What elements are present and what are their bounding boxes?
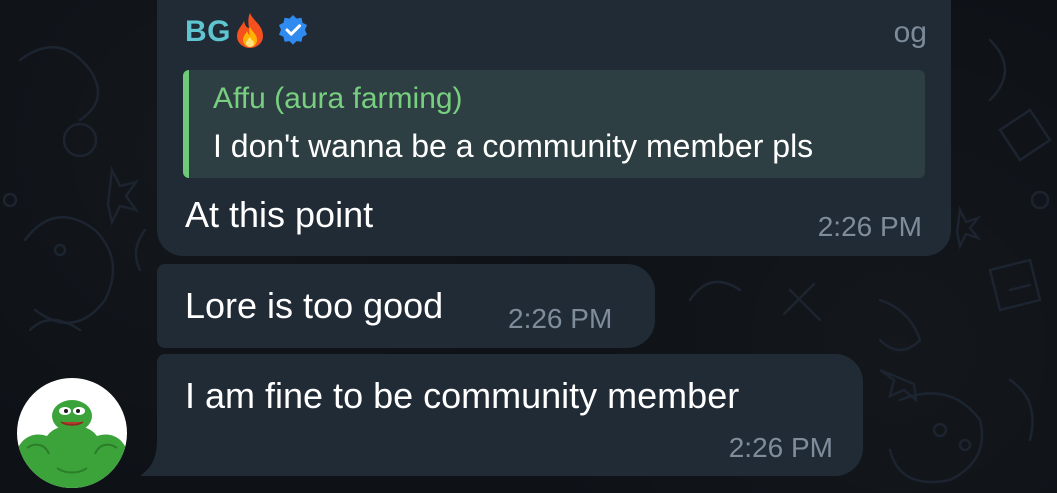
sender-row: BG [185,12,309,52]
sender-name[interactable]: BG [185,15,231,49]
reply-accent-bar [183,70,189,178]
sender-avatar[interactable] [17,378,127,488]
pepe-frog-avatar-icon [17,400,127,488]
message-text: Lore is too good [185,285,444,326]
verified-badge-icon [277,14,309,51]
message-time: 2:26 PM [728,432,833,463]
reply-author: Affu (aura farming) [213,82,463,115]
message-text: At this point [185,194,374,235]
reply-quote[interactable]: Affu (aura farming) I don't wanna be a c… [183,70,925,178]
message-time: 2:26 PM [817,211,922,242]
message-time: 2:26 PM [508,303,613,334]
message-bubble[interactable]: BG og Affu (aura farming) I don't wanna … [157,0,951,256]
reply-text: I don't wanna be a community member pls [213,128,814,164]
message-bubble[interactable]: Lore is too good 2:26 PM [157,264,655,348]
message-text: I am fine to be community member [185,375,740,416]
message-bubble[interactable]: I am fine to be community member 2:26 PM [157,354,863,476]
fire-icon [233,11,267,54]
chat-view: BG og Affu (aura farming) I don't wanna … [0,0,1057,493]
member-role-tag: og [893,16,927,49]
